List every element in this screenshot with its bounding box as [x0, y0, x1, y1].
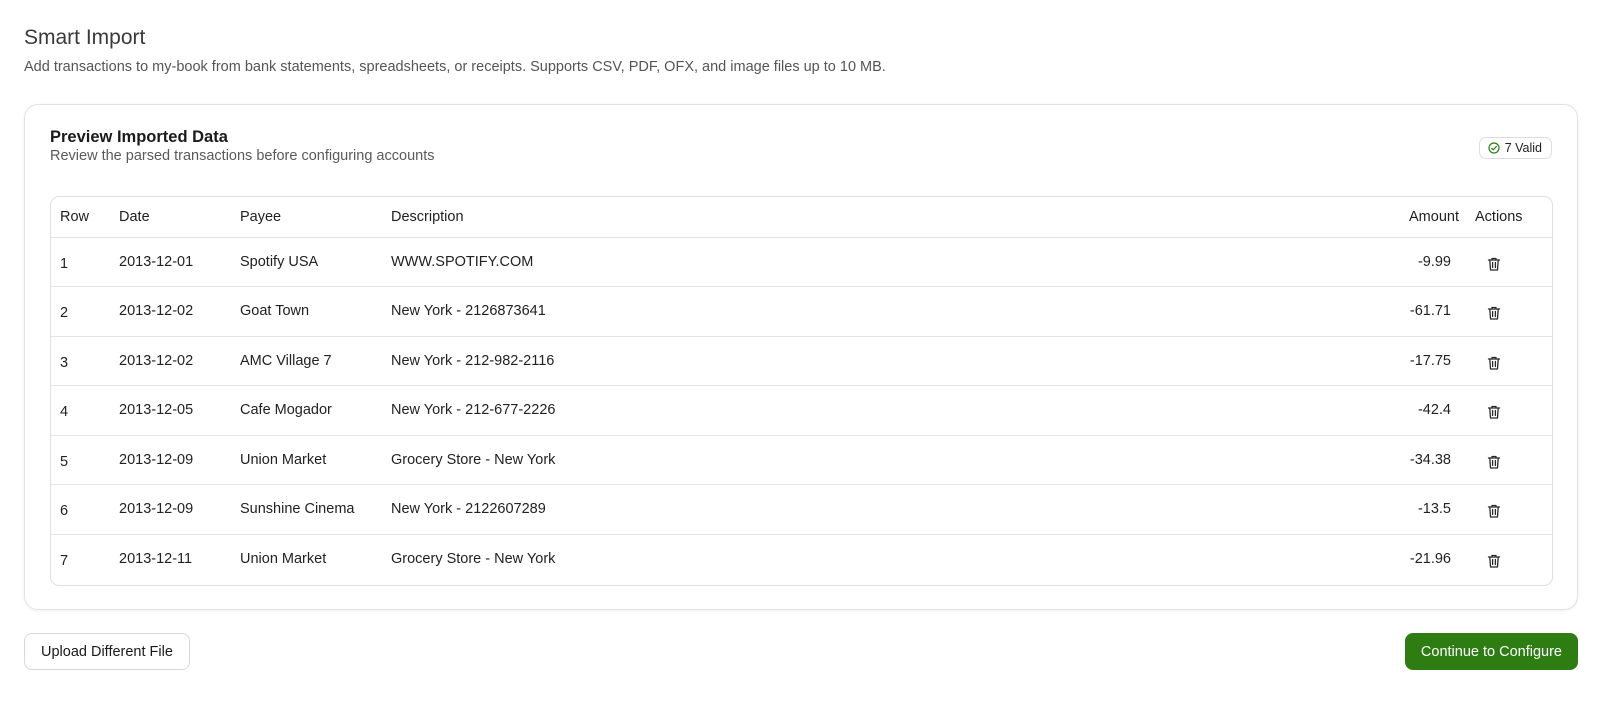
cell-description: Grocery Store - New York: [391, 551, 556, 567]
cell-amount: -13.5: [1417, 501, 1451, 518]
column-header-description: Description: [391, 208, 464, 225]
preview-title: Preview Imported Data: [50, 128, 228, 146]
cell-description: New York - 212-982-2116: [391, 352, 555, 369]
cell-amount: -34.38: [1409, 451, 1451, 468]
cell-date: 2013-12-11: [119, 551, 193, 567]
cell-row-number: 6: [60, 503, 69, 520]
table-row: 4 2013-12-05 Cafe Mogador New York - 212…: [51, 385, 1552, 436]
cell-actions: [1467, 287, 1552, 337]
cell-row-number: 2: [60, 305, 69, 322]
trash-icon[interactable]: [1481, 350, 1507, 376]
cell-payee: AMC Village 7: [240, 352, 332, 369]
valid-count-badge: 7 Valid: [1478, 137, 1552, 159]
table-row: 7 2013-12-11 Union Market Grocery Store …: [51, 534, 1552, 584]
cell-row-number: 4: [60, 404, 69, 421]
table-row: 5 2013-12-09 Union Market Grocery Store …: [51, 435, 1552, 485]
table-row: 2 2013-12-02 Goat Town New York - 212687…: [51, 286, 1552, 337]
cell-description: New York - 212-677-2226: [391, 402, 556, 419]
column-header-amount: Amount: [1409, 208, 1459, 225]
preview-subtitle: Review the parsed transactions before co…: [50, 148, 435, 164]
cell-description: New York - 2126873641: [391, 303, 546, 320]
table-row: 1 2013-12-01 Spotify USA WWW.SPOTIFY.COM…: [51, 237, 1552, 287]
cell-amount: -42.4: [1417, 402, 1451, 419]
column-header-actions: Actions: [1475, 208, 1523, 225]
column-header-row: Row: [60, 208, 90, 225]
cell-amount: -9.99: [1417, 253, 1451, 270]
page-subtitle: Add transactions to my-book from bank st…: [24, 59, 886, 75]
cell-description: WWW.SPOTIFY.COM: [391, 253, 534, 270]
table-body: 1 2013-12-01 Spotify USA WWW.SPOTIFY.COM…: [51, 237, 1552, 584]
upload-different-file-button[interactable]: Upload Different File: [24, 633, 190, 670]
transactions-table: Row Date Payee Description Amount Action…: [50, 196, 1553, 586]
cell-row-number: 7: [60, 553, 69, 569]
cell-payee: Cafe Mogador: [240, 402, 332, 419]
cell-payee: Union Market: [240, 551, 327, 567]
cell-amount: -21.96: [1409, 551, 1451, 567]
cell-actions: [1467, 534, 1552, 584]
cell-payee: Union Market: [240, 451, 327, 468]
cell-date: 2013-12-02: [119, 303, 194, 320]
cell-payee: Goat Town: [240, 303, 310, 320]
cell-amount: -61.71: [1409, 303, 1451, 320]
cell-payee: Spotify USA: [240, 253, 319, 270]
cell-row-number: 1: [60, 255, 69, 272]
cell-row-number: 5: [60, 453, 69, 470]
cell-description: New York - 2122607289: [391, 501, 546, 518]
trash-icon[interactable]: [1481, 300, 1507, 326]
valid-count-label: 7 Valid: [1504, 141, 1542, 155]
table-row: 6 2013-12-09 Sunshine Cinema New York - …: [51, 484, 1552, 535]
cell-date: 2013-12-09: [119, 501, 194, 518]
cell-date: 2013-12-01: [119, 253, 194, 270]
trash-icon[interactable]: [1481, 251, 1507, 277]
column-header-payee: Payee: [240, 208, 282, 225]
continue-to-configure-button[interactable]: Continue to Configure: [1404, 633, 1578, 670]
cell-amount: -17.75: [1409, 352, 1451, 369]
cell-actions: [1467, 435, 1552, 485]
table-header-row: Row Date Payee Description Amount Action…: [51, 197, 1552, 237]
cell-payee: Sunshine Cinema: [240, 501, 355, 518]
page-title: Smart Import: [24, 26, 146, 49]
cell-actions: [1467, 336, 1552, 386]
check-circle-icon: [1488, 142, 1500, 154]
cell-actions: [1467, 386, 1552, 436]
column-header-date: Date: [119, 208, 150, 225]
table-row: 3 2013-12-02 AMC Village 7 New York - 21…: [51, 336, 1552, 386]
cell-date: 2013-12-09: [119, 451, 194, 468]
cell-row-number: 3: [60, 354, 69, 371]
cell-description: Grocery Store - New York: [391, 451, 556, 468]
cell-actions: [1467, 485, 1552, 535]
trash-icon[interactable]: [1481, 399, 1507, 425]
cell-actions: [1467, 237, 1552, 287]
preview-card: Preview Imported Data Review the parsed …: [24, 104, 1578, 610]
trash-icon[interactable]: [1481, 548, 1507, 574]
cell-date: 2013-12-05: [119, 402, 194, 419]
trash-icon[interactable]: [1481, 449, 1507, 475]
trash-icon[interactable]: [1481, 498, 1507, 524]
cell-date: 2013-12-02: [119, 352, 194, 369]
